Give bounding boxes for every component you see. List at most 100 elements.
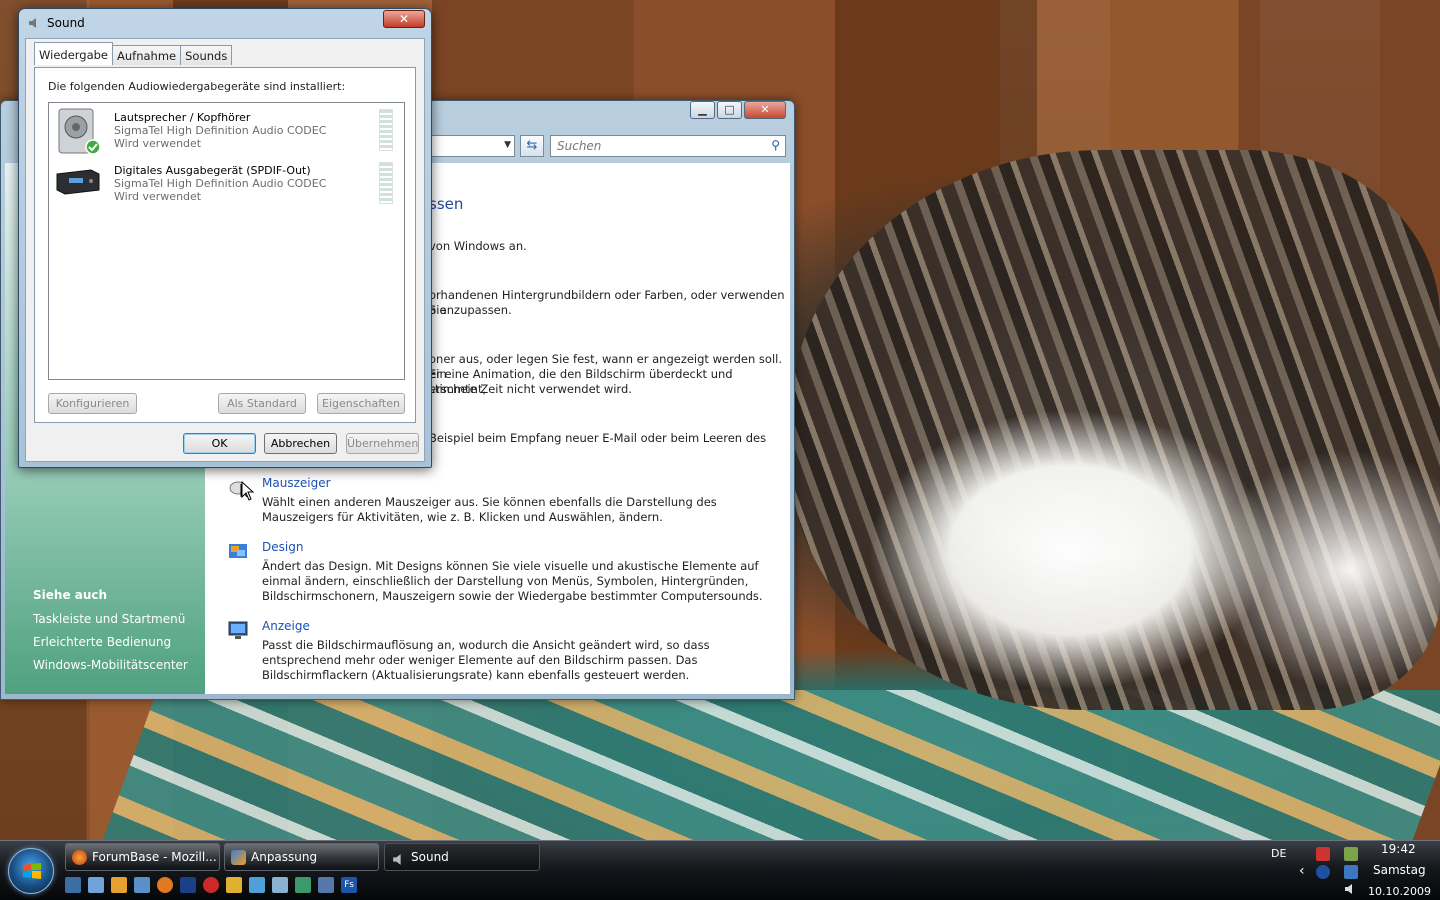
list-item-spdif[interactable]: Digitales Ausgabegerät (SPDIF-Out) Sigma… [53,160,398,210]
cancel-button[interactable]: Abbrechen [264,433,337,454]
dialog-body: Wiedergabe Aufnahme Sounds Die folgenden… [25,38,425,462]
speaker-icon [58,108,101,155]
tray-expand-icon[interactable]: ‹ [1299,863,1305,879]
device-name: Digitales Ausgabegerät (SPDIF-Out) [114,164,311,177]
network-icon[interactable] [1344,865,1358,879]
minimize-button[interactable]: ▁ [690,101,715,119]
switch-windows-icon[interactable] [88,877,104,893]
wallpaper-cat [790,150,1440,710]
taskbar-button-sound[interactable]: Sound [384,843,540,871]
language-indicator[interactable]: DE [1271,847,1286,860]
taskbar-button-firefox[interactable]: ForumBase - Mozill... [65,843,220,871]
device-list[interactable]: Lautsprecher / Kopfhörer SigmaTel High D… [48,102,405,380]
dialog-title: Sound [47,16,85,30]
set-default-button[interactable]: Als Standard [218,393,306,414]
text-fragment: von Windows an. [429,239,527,253]
windows-logo-icon [23,863,41,879]
quick-launch-icon-6[interactable] [249,877,265,893]
firefox-icon [72,850,87,865]
tab-playback[interactable]: Wiedergabe [34,42,114,65]
clock-time[interactable]: 19:42 [1381,842,1416,856]
clock-date[interactable]: 10.10.2009 [1368,885,1431,898]
display-link[interactable]: Anzeige [262,619,310,633]
firefox-quick-icon[interactable] [157,877,173,893]
address-bar[interactable]: ▼ [431,135,515,157]
device-name: Lautsprecher / Kopfhörer [114,111,251,124]
tab-strip: Wiedergabe Aufnahme Sounds [34,42,233,65]
search-placeholder: Suchen [557,139,602,153]
speaker-title-icon [29,18,36,28]
mouse-pointer-item: Mauszeiger Wählt einen anderen Mauszeige… [227,476,787,536]
device-driver: SigmaTel High Definition Audio CODEC [114,177,327,190]
tab-sounds[interactable]: Sounds [180,45,233,65]
close-button[interactable]: ✕ [383,10,425,28]
see-also-section: Siehe auch Taskleiste und Startmenü Erle… [33,588,188,681]
taskbar: ForumBase - Mozill... Anpassung Sound Fs… [0,840,1440,900]
device-status: Wird verwendet [114,137,202,150]
display-description: Passt die Bildschirmauflösung an, wodurc… [262,638,710,682]
configure-button[interactable]: Konfigurieren [48,393,137,414]
intro-text: Die folgenden Audiowiedergabegeräte sind… [48,80,346,93]
taskbar-button-personalization[interactable]: Anpassung [224,843,379,871]
level-meter [379,109,393,151]
text-fragment: Beispiel beim Empfang neuer E-Mail oder … [429,431,767,445]
refresh-button[interactable]: ⇆ [520,135,544,157]
power-icon[interactable] [1344,847,1358,861]
design-link[interactable]: Design [262,540,303,554]
playback-panel: Die folgenden Audiowiedergabegeräte sind… [34,67,416,423]
window-caption-buttons: ▁ □ ✕ [690,101,786,119]
display-icon [228,621,248,639]
quick-launch-icon-5[interactable] [226,877,242,893]
quick-launch-icon-1[interactable] [111,877,127,893]
network-error-icon[interactable] [1316,847,1330,861]
tab-recording[interactable]: Aufnahme [112,45,182,65]
apply-button[interactable]: Übernehmen [346,433,419,454]
text-fragment: o anzupassen. [429,303,512,317]
bluetooth-icon[interactable] [1316,865,1330,879]
search-input[interactable]: Suchen ⚲ [550,135,786,157]
volume-icon[interactable] [1344,883,1358,895]
fs-app-icon[interactable]: Fs [341,877,357,893]
mouse-cursor-icon [241,481,255,501]
quick-launch-icon-9[interactable] [318,877,334,893]
maximize-button[interactable]: □ [717,101,742,119]
quick-launch-icon-8[interactable] [295,877,311,893]
taskbar-button-label: ForumBase - Mozill... [92,850,217,864]
mouse-pointer-link[interactable]: Mauszeiger [262,476,331,490]
quick-launch-icon-7[interactable] [272,877,288,893]
quick-launch-icon-4[interactable] [203,877,219,893]
properties-button[interactable]: Eigenschaften [317,393,405,414]
digital-output-icon [56,169,100,195]
taskbar-button-label: Anpassung [251,850,318,864]
wallpaper-cushion [102,690,1440,840]
quick-launch-icon-3[interactable] [180,877,196,893]
device-driver: SigmaTel High Definition Audio CODEC [114,124,327,137]
see-also-link-taskbar[interactable]: Taskleiste und Startmenü [33,612,188,626]
personalization-icon [231,850,246,865]
ok-button[interactable]: OK [183,433,256,454]
see-also-heading: Siehe auch [33,588,108,602]
sound-dialog[interactable]: Sound ✕ Wiedergabe Aufnahme Sounds Die f… [18,8,432,468]
text-fragment: stimmte Zeit nicht verwendet wird. [429,382,632,396]
start-button[interactable] [8,848,54,894]
clock-weekday[interactable]: Samstag [1373,863,1426,877]
see-also-link-mobility[interactable]: Windows-Mobilitätscenter [33,658,188,672]
level-meter [379,162,393,204]
see-also-link-accessibility[interactable]: Erleichterte Bedienung [33,635,188,649]
design-description: Ändert das Design. Mit Designs können Si… [262,559,763,603]
search-icon[interactable]: ⚲ [771,138,780,152]
show-desktop-icon[interactable] [65,877,81,893]
design-icon [229,544,247,558]
taskbar-button-label: Sound [411,850,449,864]
page-title-fragment: ssen [429,195,464,213]
design-item: Design Ändert das Design. Mit Designs kö… [227,540,787,610]
quick-launch-icon-2[interactable] [134,877,150,893]
speaker-icon [391,850,406,865]
refresh-icon: ⇆ [526,138,538,153]
device-status: Wird verwendet [114,190,202,203]
chevron-down-icon[interactable]: ▼ [504,140,511,150]
close-button[interactable]: ✕ [744,101,786,119]
list-item-speakers[interactable]: Lautsprecher / Kopfhörer SigmaTel High D… [53,107,398,157]
display-item: Anzeige Passt die Bildschirmauflösung an… [227,619,787,689]
mouse-pointer-description: Wählt einen anderen Mauszeiger aus. Sie … [262,495,717,524]
